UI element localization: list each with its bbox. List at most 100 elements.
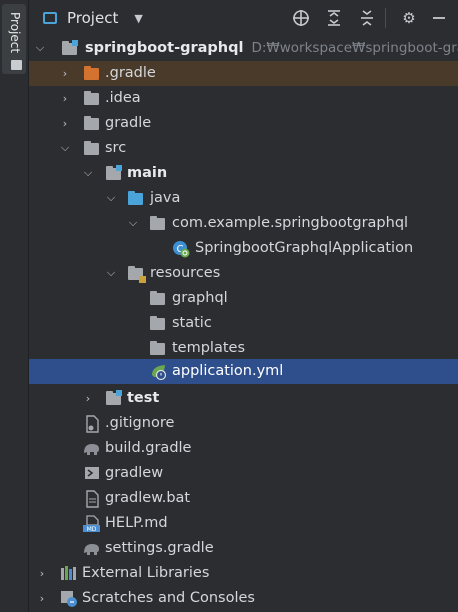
tree-row-package[interactable]: ⌵ com.example.springbootgraphql — [29, 211, 458, 236]
project-view-icon — [43, 12, 57, 24]
tree-item-label: .gitignore — [105, 415, 175, 431]
tree-row-root[interactable]: ⌵ springboot-graphql D:₩workspace₩springb… — [29, 36, 458, 61]
chevron-right-icon[interactable]: › — [57, 115, 73, 131]
scratches-icon — [60, 590, 77, 607]
root-path: D:₩workspace₩springboot-graphqlD:₩worksp… — [251, 40, 458, 56]
tree-item-label: resources — [150, 265, 221, 281]
tree-row-gradle[interactable]: › gradle — [29, 111, 458, 136]
tree-row-external-libraries[interactable]: › External Libraries — [29, 561, 458, 586]
tree-item-label: static — [172, 315, 212, 331]
expand-all-icon[interactable] — [324, 8, 344, 28]
svg-text:MD: MD — [87, 526, 97, 533]
tree-row-resources[interactable]: ⌵ resources — [29, 261, 458, 286]
chevron-right-icon[interactable]: › — [34, 590, 50, 606]
tree-row-static[interactable]: static — [29, 311, 458, 336]
chevron-down-icon[interactable]: ⌵ — [32, 40, 48, 56]
toolbar-separator — [385, 8, 386, 28]
project-stripe-label: Project — [8, 12, 22, 54]
chevron-down-icon: ▼ — [134, 11, 143, 25]
left-tool-stripe: Project — [0, 0, 29, 612]
folder-icon — [150, 316, 165, 330]
folder-icon — [84, 116, 99, 130]
terminal-file-icon — [84, 465, 100, 481]
project-view-title: Project — [67, 9, 119, 27]
root-name: springboot-graphql — [85, 40, 244, 56]
folder-icon — [150, 291, 165, 305]
folder-icon — [84, 66, 99, 80]
folder-icon — [84, 91, 99, 105]
tree-item-label: gradlew — [105, 465, 164, 481]
tree-item-label: External Libraries — [82, 565, 210, 581]
tree-row-help-md[interactable]: MD HELP.md — [29, 511, 458, 536]
gradle-elephant-icon — [82, 541, 99, 557]
spring-boot-class-icon: C — [172, 240, 190, 258]
tree-row-gradlew-bat[interactable]: gradlew.bat — [29, 486, 458, 511]
collapse-all-icon[interactable] — [357, 8, 377, 28]
chevron-right-icon[interactable]: › — [80, 390, 96, 406]
folder-icon — [84, 141, 99, 155]
tree-item-label: HELP.md — [105, 515, 168, 531]
minimize-icon[interactable] — [429, 8, 449, 28]
spring-config-icon — [150, 363, 167, 381]
gitignore-file-icon — [84, 415, 100, 433]
tree-row-application-class[interactable]: C SpringbootGraphqlApplication — [29, 236, 458, 261]
tree-row-gradlew[interactable]: gradlew — [29, 461, 458, 486]
tree-item-label: src — [105, 140, 127, 156]
tree-row-java[interactable]: ⌵ java — [29, 186, 458, 211]
tree-row-test[interactable]: › test — [29, 386, 458, 411]
tree-item-label: .idea — [105, 90, 141, 106]
source-root-folder-icon — [106, 165, 122, 180]
chevron-right-icon[interactable]: › — [57, 90, 73, 106]
folder-icon — [150, 341, 165, 355]
chevron-down-icon[interactable]: ⌵ — [80, 165, 96, 181]
project-tool-window: Project Project ▼ ⚙ ⌵ springboot-graphql… — [0, 0, 458, 612]
project-toolbar: Project ▼ ⚙ — [29, 0, 458, 36]
tree-item-label: SpringbootGraphqlApplication — [195, 240, 414, 256]
chevron-down-icon[interactable]: ⌵ — [103, 265, 119, 281]
tree-row-build-gradle[interactable]: build.gradle — [29, 436, 458, 461]
tree-item-label: test — [127, 390, 160, 406]
chevron-down-icon[interactable]: ⌵ — [57, 140, 73, 156]
tree-item-label: build.gradle — [105, 440, 192, 456]
folder-icon — [106, 390, 122, 405]
gradle-elephant-icon — [82, 441, 99, 457]
text-file-icon — [84, 490, 100, 508]
tree-item-label: com.example.springbootgraphql — [172, 215, 409, 231]
folder-icon — [11, 60, 22, 70]
chevron-down-icon[interactable]: ⌵ — [125, 215, 141, 231]
gear-icon[interactable]: ⚙ — [399, 8, 419, 28]
tree-row-scratches[interactable]: › Scratches and Consoles — [29, 586, 458, 611]
tree-row-src[interactable]: ⌵ src — [29, 136, 458, 161]
tree-row-gradle-cache[interactable]: › .gradle — [29, 61, 458, 86]
locate-icon[interactable] — [291, 8, 311, 28]
project-tree: ⌵ springboot-graphql D:₩workspace₩springb… — [29, 36, 458, 612]
tree-item-label: gradle — [105, 115, 152, 131]
source-folder-icon — [128, 191, 143, 205]
root-label: springboot-graphql D:₩workspace₩springboo… — [85, 39, 458, 58]
tree-item-label: application.yml — [172, 363, 284, 379]
project-view-selector[interactable]: Project ▼ — [43, 6, 143, 30]
chevron-right-icon[interactable]: › — [57, 65, 73, 81]
module-folder-icon — [62, 40, 78, 55]
tree-item-label: settings.gradle — [105, 540, 214, 556]
chevron-down-icon[interactable]: ⌵ — [103, 190, 119, 206]
tree-item-label: templates — [172, 340, 246, 356]
package-icon — [150, 216, 165, 230]
tree-row-main[interactable]: ⌵ main — [29, 161, 458, 186]
tree-row-templates[interactable]: templates — [29, 336, 458, 361]
tree-item-label: Scratches and Consoles — [82, 590, 255, 606]
tree-row-gitignore[interactable]: .gitignore — [29, 411, 458, 436]
markdown-file-icon: MD — [82, 515, 100, 533]
project-stripe-tab[interactable]: Project — [2, 4, 26, 74]
libraries-icon — [60, 565, 76, 581]
tree-item-label: graphql — [172, 290, 228, 306]
tree-row-application-yml[interactable]: application.yml — [29, 359, 458, 384]
chevron-right-icon[interactable]: › — [34, 565, 50, 581]
tree-row-idea[interactable]: › .idea — [29, 86, 458, 111]
tree-row-settings-gradle[interactable]: settings.gradle — [29, 536, 458, 561]
resources-folder-icon — [128, 266, 146, 283]
tree-row-graphql[interactable]: graphql — [29, 286, 458, 311]
tree-item-label: main — [127, 165, 168, 181]
tree-item-label: .gradle — [105, 65, 156, 81]
tree-item-label: java — [150, 190, 181, 206]
